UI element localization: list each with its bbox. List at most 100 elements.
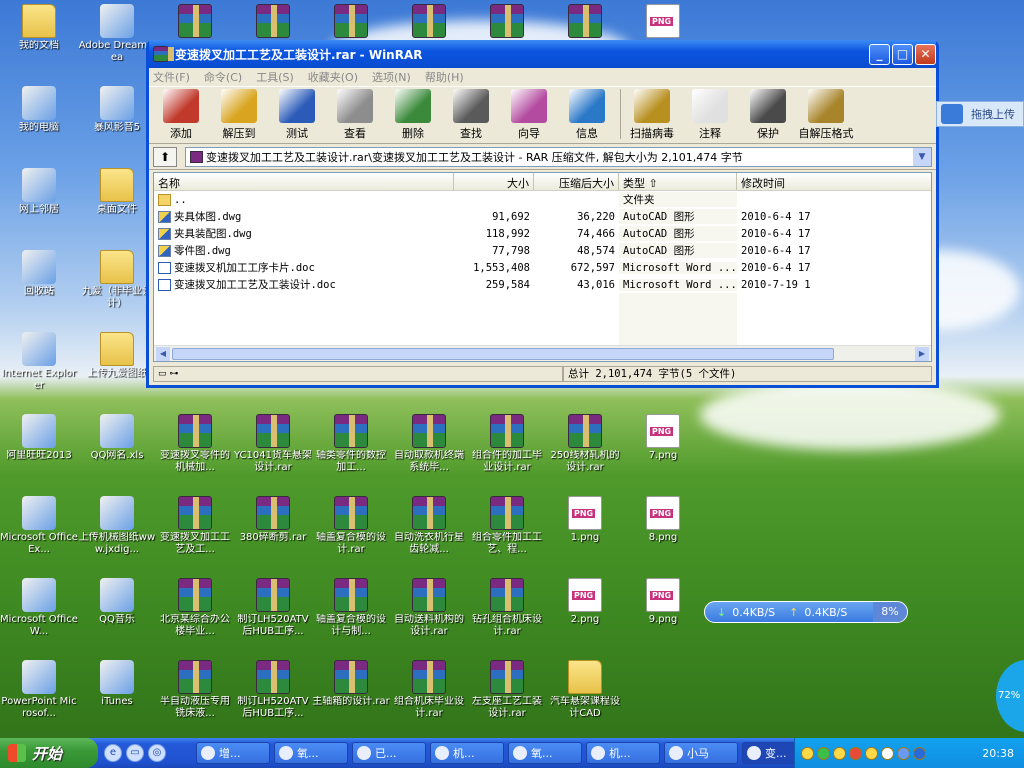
- up-folder-button[interactable]: ⬆: [153, 146, 177, 167]
- menu-item[interactable]: 选项(N): [372, 69, 411, 85]
- my-computer-icon[interactable]: 我的电脑: [0, 86, 78, 134]
- network-speed-widget[interactable]: ↓ 0.4KB/S ↑ 0.4KB/S 8%: [704, 601, 908, 623]
- png-file-item[interactable]: PNG 1.png: [546, 496, 624, 544]
- file-row[interactable]: 夹具装配图.dwg 118,992 74,466 AutoCAD 图形 2010-6-4…: [154, 225, 931, 242]
- office-excel-icon[interactable]: Microsoft Office Ex...: [0, 496, 78, 556]
- add-button[interactable]: 添加: [153, 89, 209, 141]
- view-button[interactable]: 查看: [327, 89, 383, 141]
- itunes-icon[interactable]: iTunes: [78, 660, 156, 708]
- my-documents-icon[interactable]: 我的文档: [0, 4, 78, 52]
- address-field[interactable]: 变速拨叉加工工艺及工装设计.rar\变速拨叉加工工艺及工装设计 - RAR 压缩…: [185, 146, 932, 167]
- rar-file-item[interactable]: 轴盖复合模的设计.rar: [312, 496, 390, 556]
- rar-file-item[interactable]: 轴盖复合模的设计与制...: [312, 578, 390, 638]
- png-file-item[interactable]: PNG: [624, 4, 702, 40]
- rar-file-item[interactable]: YC1041货车悬架设计.rar: [234, 414, 312, 474]
- png-file-item[interactable]: PNG 9.png: [624, 578, 702, 626]
- network-places-icon[interactable]: 网上邻居: [0, 168, 78, 216]
- rar-file-item[interactable]: [546, 4, 624, 40]
- wizard-button[interactable]: 向导: [501, 89, 557, 141]
- file-row[interactable]: 变速拨叉机加工工序卡片.doc 1,553,408 672,597 Microsoft…: [154, 259, 931, 276]
- tray-arrow-icon[interactable]: [801, 746, 814, 760]
- dreamweaver-icon[interactable]: Adobe Dreamwea: [78, 4, 156, 64]
- qq-music-icon[interactable]: QQ音乐: [78, 578, 156, 626]
- taskbar-button[interactable]: 机...: [430, 742, 504, 764]
- taskbar-button[interactable]: 氧...: [274, 742, 348, 764]
- rar-file-item[interactable]: 自动洗衣机行星齿轮减...: [390, 496, 468, 556]
- close-button[interactable]: ✕: [915, 43, 936, 65]
- tray-k-icon[interactable]: [817, 746, 830, 760]
- file-row[interactable]: .. 文件夹: [154, 191, 931, 208]
- browser-quicklaunch-icon[interactable]: ◎: [148, 744, 166, 762]
- extract-to-button[interactable]: 解压到: [211, 89, 267, 141]
- file-row[interactable]: 夹具体图.dwg 91,692 36,220 AutoCAD 图形 2010-6-4 1…: [154, 208, 931, 225]
- excel-file-icon[interactable]: QQ网名.xls: [78, 414, 156, 462]
- taskbar-button[interactable]: 已...: [352, 742, 426, 764]
- rar-file-item[interactable]: 变速拨叉零件的机械加...: [156, 414, 234, 474]
- horizontal-scrollbar[interactable]: ◀ ▶: [154, 345, 931, 361]
- taskbar-button[interactable]: 机...: [586, 742, 660, 764]
- column-packed[interactable]: 压缩后大小: [534, 173, 619, 190]
- scroll-thumb[interactable]: [172, 348, 834, 360]
- memory-ball-widget[interactable]: 72%: [996, 660, 1024, 732]
- rar-file-item[interactable]: 轴类零件的数控加工...: [312, 414, 390, 474]
- internet-explorer-icon[interactable]: Internet Explorer: [0, 332, 78, 392]
- chevron-down-icon[interactable]: ▼: [913, 147, 931, 166]
- rar-file-item[interactable]: 左支座工艺工装设计.rar: [468, 660, 546, 720]
- minimize-button[interactable]: _: [869, 43, 890, 65]
- taskbar-button[interactable]: 氧...: [508, 742, 582, 764]
- rar-file-item[interactable]: 制订LH520ATV后HUB工序...: [234, 660, 312, 720]
- menu-item[interactable]: 帮助(H): [425, 69, 464, 85]
- aliwangwang-icon[interactable]: 阿里旺旺2013: [0, 414, 78, 462]
- rar-file-item[interactable]: 组合机床毕业设计.rar: [390, 660, 468, 720]
- file-row[interactable]: 零件图.dwg 77,798 48,574 AutoCAD 图形 2010-6-4 17: [154, 242, 931, 259]
- rar-file-item[interactable]: [468, 4, 546, 40]
- rar-file-item[interactable]: [390, 4, 468, 40]
- column-name[interactable]: 名称: [154, 173, 454, 190]
- column-modified[interactable]: 修改时间: [737, 173, 827, 190]
- png-file-item[interactable]: PNG 8.png: [624, 496, 702, 544]
- rar-file-item[interactable]: 组合件的加工毕业设计.rar: [468, 414, 546, 474]
- png-file-item[interactable]: PNG 7.png: [624, 414, 702, 462]
- jiuai-folder-icon[interactable]: 九爱（非毕业设计）: [78, 250, 156, 310]
- delete-button[interactable]: 删除: [385, 89, 441, 141]
- desktop-quicklaunch-icon[interactable]: ▭: [126, 744, 144, 762]
- ie-quicklaunch-icon[interactable]: e: [104, 744, 122, 762]
- upload-folder-icon[interactable]: 上传九爱图纸: [78, 332, 156, 380]
- taskbar-button[interactable]: 增...: [196, 742, 270, 764]
- rar-file-item[interactable]: 组合零件加工工艺、程...: [468, 496, 546, 556]
- rar-file-item[interactable]: 主轴箱的设计.rar: [312, 660, 390, 708]
- find-button[interactable]: 查找: [443, 89, 499, 141]
- info-button[interactable]: 信息: [559, 89, 615, 141]
- protect-button[interactable]: 保护: [740, 89, 796, 141]
- storm-player-icon[interactable]: 暴风影音5: [78, 86, 156, 134]
- rar-file-item[interactable]: 自动取款机终端系统毕...: [390, 414, 468, 474]
- rar-file-item[interactable]: 制订LH520ATV后HUB工序...: [234, 578, 312, 638]
- folder-item[interactable]: 汽车悬架课程设计CAD: [546, 660, 624, 720]
- test-button[interactable]: 测试: [269, 89, 325, 141]
- start-button[interactable]: 开始: [0, 738, 98, 768]
- rar-file-item[interactable]: [234, 4, 312, 40]
- png-file-item[interactable]: PNG 2.png: [546, 578, 624, 626]
- title-bar[interactable]: 变速拨叉加工工艺及工装设计.rar - WinRAR _ □ ✕: [149, 40, 936, 68]
- upload-widget[interactable]: 拖拽上传: [936, 101, 1024, 127]
- rar-file-item[interactable]: 380碎断剪.rar: [234, 496, 312, 544]
- rar-file-item[interactable]: [156, 4, 234, 40]
- rar-file-item[interactable]: 钻孔组合机床设计.rar: [468, 578, 546, 638]
- column-size[interactable]: 大小: [454, 173, 534, 190]
- powerpoint-icon[interactable]: PowerPoint Microsof...: [0, 660, 78, 720]
- rar-file-item[interactable]: 半自动液压专用铣床液...: [156, 660, 234, 720]
- recycle-bin-icon[interactable]: 回收站: [0, 250, 78, 298]
- tray-music-icon[interactable]: [865, 746, 878, 760]
- taskbar-button[interactable]: 小马: [664, 742, 738, 764]
- menu-item[interactable]: 工具(S): [256, 69, 294, 85]
- menu-item[interactable]: 收藏夹(O): [308, 69, 358, 85]
- tray-qq-icon[interactable]: [833, 746, 846, 760]
- desktop-files-folder-icon[interactable]: 桌面文件: [78, 168, 156, 216]
- sfx-button[interactable]: 自解压格式: [798, 89, 854, 141]
- rar-file-item[interactable]: 250线材轧机的设计.rar: [546, 414, 624, 474]
- maximize-button[interactable]: □: [892, 43, 913, 65]
- tray-qq2-icon[interactable]: [849, 746, 862, 760]
- rar-file-item[interactable]: 自动送料机构的设计.rar: [390, 578, 468, 638]
- rar-file-item[interactable]: [312, 4, 390, 40]
- rar-file-item[interactable]: 北京某综合办公楼毕业...: [156, 578, 234, 638]
